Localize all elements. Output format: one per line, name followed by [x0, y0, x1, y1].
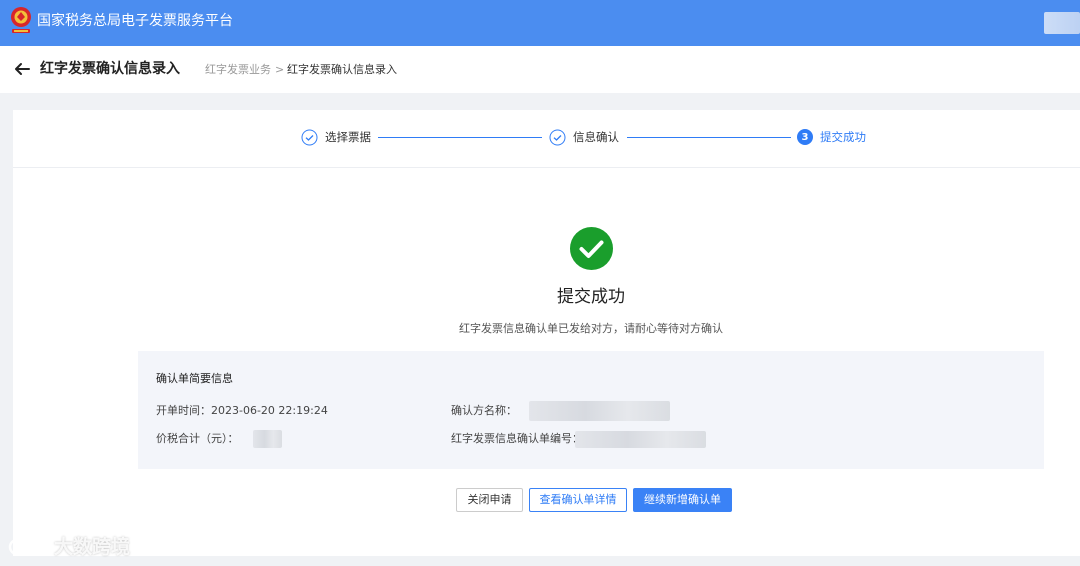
- watermark: 大数跨境: [8, 532, 130, 559]
- step-select-invoice: 选择票据: [301, 128, 371, 146]
- issue-time-label: 开单时间：: [156, 404, 211, 417]
- confirmation-number-label: 红字发票信息确认单编号：: [451, 432, 583, 445]
- breadcrumb-item-red-invoice-business[interactable]: 红字发票业务: [205, 63, 271, 77]
- watermark-text: 大数跨境: [54, 536, 131, 558]
- page-header: 红字发票确认信息录入 红字发票业务 > 红字发票确认信息录入: [0, 46, 1080, 93]
- view-detail-button[interactable]: 查看确认单详情: [529, 488, 627, 512]
- success-check-icon: [570, 227, 613, 270]
- confirmation-number-row: 红字发票信息确认单编号：: [451, 432, 583, 446]
- step-confirm-info: 信息确认: [549, 128, 619, 146]
- page-title: 红字发票确认信息录入: [40, 61, 180, 77]
- step-label: 信息确认: [573, 130, 619, 144]
- check-circle-icon: [301, 129, 318, 145]
- breadcrumb-item-current: 红字发票确认信息录入: [287, 63, 397, 76]
- step-label: 提交成功: [820, 130, 866, 144]
- check-circle-icon: [549, 129, 566, 145]
- counterparty-row: 确认方名称：: [451, 404, 517, 418]
- total-amount-value-blurred: [253, 430, 282, 448]
- step-connector: [627, 137, 791, 138]
- back-arrow-icon[interactable]: [13, 60, 31, 78]
- total-amount-row: 价税合计（元）：: [156, 432, 239, 446]
- step-number-badge: 3: [797, 129, 813, 145]
- summary-title: 确认单简要信息: [156, 372, 233, 385]
- top-bar: 国家税务总局电子发票服务平台: [0, 0, 1080, 46]
- summary-panel: 确认单简要信息 开单时间：2023-06-20 22:19:24 价税合计（元）…: [138, 351, 1044, 469]
- main-card: 选择票据 信息确认 3 提交成功 提交成功 红字发票信息确认单已发给对方，请耐心…: [13, 110, 1080, 556]
- breadcrumb-separator: >: [275, 63, 285, 76]
- success-title: 提交成功: [557, 287, 625, 307]
- issue-time-row: 开单时间：2023-06-20 22:19:24: [156, 404, 328, 418]
- continue-add-button[interactable]: 继续新增确认单: [633, 488, 732, 512]
- success-message: 红字发票信息确认单已发给对方，请耐心等待对方确认: [459, 322, 723, 335]
- issue-time-value: 2023-06-20 22:19:24: [211, 404, 328, 417]
- app-title: 国家税务总局电子发票服务平台: [37, 13, 233, 29]
- close-application-button[interactable]: 关闭申请: [456, 488, 523, 512]
- confirmation-number-value-blurred: [575, 431, 706, 448]
- total-amount-label: 价税合计（元）：: [156, 432, 239, 445]
- step-connector: [378, 137, 542, 138]
- step-label: 选择票据: [325, 130, 371, 144]
- step-submit-success: 3 提交成功: [797, 128, 866, 146]
- counterparty-label: 确认方名称：: [451, 404, 517, 417]
- steps-bar: 选择票据 信息确认 3 提交成功: [13, 110, 1080, 168]
- watermark-logo-icon: [8, 537, 45, 555]
- counterparty-value-blurred: [529, 401, 670, 421]
- tax-bureau-emblem-icon: [11, 7, 31, 33]
- user-info[interactable]: [1044, 12, 1080, 34]
